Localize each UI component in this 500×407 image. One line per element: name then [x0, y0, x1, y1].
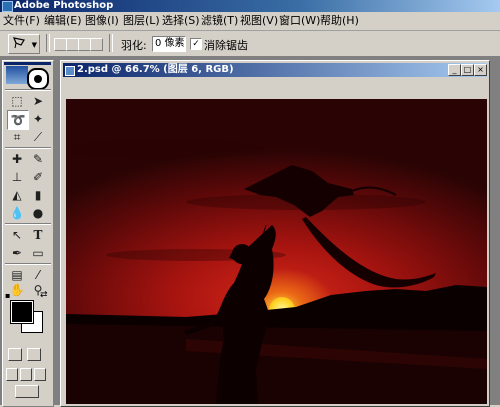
menu-view[interactable]: 视图(V): [240, 14, 278, 28]
app-title-bar: Adobe Photoshop: [0, 0, 500, 12]
options-bar: ▼ 羽化: 0 像素 ✓ 消除锯齿: [0, 31, 500, 57]
screen-mode-full-menu-button[interactable]: [20, 368, 32, 381]
options-separator: [109, 34, 113, 52]
document-title: 2.psd @ 66.7% (图层 6, RGB): [77, 64, 234, 75]
silhouette-layer: [66, 165, 487, 404]
marquee-icon[interactable]: ⬚: [7, 92, 27, 110]
lasso-icon[interactable]: ➰: [7, 110, 29, 130]
screen-mode-standard-button[interactable]: [6, 368, 18, 381]
lasso-icon: [13, 37, 25, 49]
toolbox-divider: [5, 263, 51, 265]
toolbox-divider: [5, 147, 51, 149]
brush-icon[interactable]: ✎: [28, 150, 48, 168]
toolbox-divider: [5, 223, 51, 225]
toolbox-divider: [5, 89, 51, 91]
menu-window[interactable]: 窗口(W): [279, 14, 320, 28]
kite: [244, 165, 354, 217]
healing-brush-icon[interactable]: ✚: [7, 150, 27, 168]
options-separator: [46, 34, 50, 52]
minimize-button[interactable]: _: [448, 64, 461, 76]
chevron-down-icon: ▼: [31, 41, 37, 49]
slice-icon[interactable]: ⟋: [28, 128, 48, 146]
quick-mask-button[interactable]: [27, 348, 41, 361]
menu-layer[interactable]: 图层(L): [123, 14, 160, 28]
person-head: [232, 244, 252, 264]
shape-icon[interactable]: ▭: [28, 244, 48, 262]
pen-icon[interactable]: ✒: [7, 244, 27, 262]
image-canvas[interactable]: [66, 99, 487, 404]
blur-icon[interactable]: 💧: [7, 204, 27, 222]
kite-tail-ribbon: [351, 186, 397, 196]
tool-preset-picker[interactable]: ▼: [8, 34, 40, 54]
menu-file[interactable]: 文件(F): [3, 14, 40, 28]
screen-mode-full-button[interactable]: [34, 368, 46, 381]
toolbox-title-bar[interactable]: [4, 62, 51, 65]
feather-input[interactable]: 0 像素: [152, 36, 186, 52]
kite-tail: [302, 217, 436, 288]
eye-logo-icon: [27, 68, 49, 90]
document-icon: [65, 66, 75, 76]
gradient-icon[interactable]: ▮: [28, 186, 48, 204]
app-title: Adobe Photoshop: [14, 0, 114, 11]
photoshop-app-icon: [2, 1, 13, 12]
type-icon[interactable]: T: [28, 226, 48, 244]
toolbox-palette: ⬚ ➤ ➰ ✦ ⌗ ⟋ ✚ ✎ ⊥ ✐ ◭ ▮ 💧 ● ↖ T ✒ ▭ ▤ ⁄ …: [2, 60, 54, 407]
menu-bar: 文件(F) 编辑(E) 图像(I) 图层(L) 选择(S) 滤镜(T) 视图(V…: [0, 12, 500, 31]
magic-wand-icon[interactable]: ✦: [28, 110, 48, 128]
feather-label: 羽化:: [121, 39, 147, 52]
menu-help[interactable]: 帮助(H): [320, 14, 359, 28]
standard-mode-button[interactable]: [8, 348, 22, 361]
menu-edit[interactable]: 编辑(E): [44, 14, 82, 28]
intersect-selection-button[interactable]: [90, 38, 103, 51]
adobe-online-icon[interactable]: [6, 66, 28, 84]
antialias-checkbox[interactable]: ✓: [190, 38, 202, 50]
close-button[interactable]: ×: [474, 64, 487, 76]
menu-filter[interactable]: 滤镜(T): [201, 14, 238, 28]
clone-stamp-icon[interactable]: ⊥: [7, 168, 27, 186]
document-window: 2.psd @ 66.7% (图层 6, RGB) _ □ ×: [60, 60, 490, 407]
dodge-icon[interactable]: ●: [28, 204, 48, 222]
default-colors-icon[interactable]: ▪: [5, 291, 10, 300]
maximize-button[interactable]: □: [461, 64, 474, 76]
document-title-bar[interactable]: 2.psd @ 66.7% (图层 6, RGB) _ □ ×: [63, 63, 487, 77]
eraser-icon[interactable]: ◭: [7, 186, 27, 204]
antialias-label: 消除锯齿: [204, 39, 248, 52]
menu-image[interactable]: 图像(I): [85, 14, 119, 28]
jump-to-imageready-button[interactable]: [15, 385, 39, 398]
swap-colors-icon[interactable]: ⇄: [40, 290, 48, 300]
crop-icon[interactable]: ⌗: [7, 128, 27, 146]
history-brush-icon[interactable]: ✐: [28, 168, 48, 186]
menu-select[interactable]: 选择(S): [162, 14, 200, 28]
move-icon[interactable]: ➤: [28, 92, 48, 110]
foreground-color-swatch[interactable]: [10, 300, 34, 324]
path-select-icon[interactable]: ↖: [7, 226, 27, 244]
